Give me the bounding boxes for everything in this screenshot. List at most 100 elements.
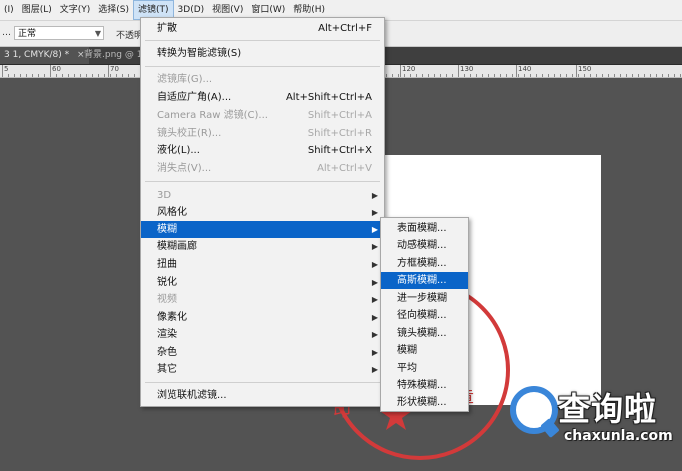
opacity-label: 不透明	[116, 31, 144, 41]
menu-item-distort[interactable]: 扭曲 ▶	[141, 256, 384, 273]
ruler-minor-tick	[440, 74, 441, 77]
menu-item-blur[interactable]: 模糊 ▶	[141, 221, 384, 238]
ruler-minor-tick	[104, 74, 105, 77]
ruler-minor-tick	[452, 74, 453, 77]
ruler-minor-tick	[98, 74, 99, 77]
menu-item-adaptive-wide-angle[interactable]: 自适应广角(A)... Alt+Shift+Ctrl+A	[141, 89, 384, 106]
menu-image[interactable]: (I)	[0, 0, 18, 20]
menu-item-label: 自适应广角(A)...	[157, 92, 232, 103]
ruler-major-tick	[108, 65, 109, 77]
menu-item-camera-raw: Camera Raw 滤镜(C)... Shift+Ctrl+A	[141, 107, 384, 124]
menu-item-label: 其它	[157, 364, 177, 375]
ruler-minor-tick	[578, 74, 579, 77]
menu-item-pixelate[interactable]: 像素化 ▶	[141, 309, 384, 326]
menu-item-label: 消失点(V)...	[157, 163, 212, 174]
ruler-minor-tick	[572, 74, 573, 77]
menu-item-stylize[interactable]: 风格化 ▶	[141, 204, 384, 221]
ruler-minor-tick	[386, 74, 387, 77]
menu-item-diffuse[interactable]: 扩散 Alt+Ctrl+F	[141, 20, 384, 37]
menu-item-shortcut: Shift+Ctrl+X	[307, 145, 372, 156]
filter-menu: 扩散 Alt+Ctrl+F 转换为智能滤镜(S) 滤镜库(G)... 自适应广角…	[140, 17, 385, 407]
menu-item-other[interactable]: 其它 ▶	[141, 361, 384, 378]
menu-item-sharpen[interactable]: 锐化 ▶	[141, 274, 384, 291]
ruler-minor-tick	[506, 74, 507, 77]
ruler-major-tick	[516, 65, 517, 77]
menu-item-browse-online-filters[interactable]: 浏览联机滤镜...	[141, 387, 384, 404]
ruler-minor-tick	[632, 74, 633, 77]
menu-item-blur-gallery[interactable]: 模糊画廊 ▶	[141, 238, 384, 255]
ruler-number: 130	[460, 65, 474, 73]
submenu-item-radial-blur[interactable]: 径向模糊...	[381, 307, 468, 324]
submenu-item-surface-blur[interactable]: 表面模糊...	[381, 220, 468, 237]
options-prefix: …	[2, 28, 11, 38]
submenu-item-gaussian-blur[interactable]: 高斯模糊...	[381, 272, 468, 289]
menu-layer[interactable]: 图层(L)	[18, 0, 56, 20]
submenu-item-smart-blur[interactable]: 特殊模糊...	[381, 377, 468, 394]
ruler-minor-tick	[560, 74, 561, 77]
submenu-item-label: 镜头模糊...	[397, 328, 447, 339]
ruler-minor-tick	[542, 74, 543, 77]
menu-type[interactable]: 文字(Y)	[56, 0, 95, 20]
ruler-minor-tick	[26, 74, 27, 77]
ruler-minor-tick	[434, 74, 435, 77]
ruler-minor-tick	[620, 74, 621, 77]
ruler-minor-tick	[446, 74, 447, 77]
menu-item-render[interactable]: 渲染 ▶	[141, 326, 384, 343]
ruler-minor-tick	[110, 74, 111, 77]
ruler-minor-tick	[38, 74, 39, 77]
chevron-right-icon: ▶	[371, 191, 378, 200]
ruler-minor-tick	[530, 74, 531, 77]
menu-separator	[145, 181, 380, 182]
ruler-minor-tick	[650, 74, 651, 77]
ruler-minor-tick	[638, 74, 639, 77]
menu-item-label: Camera Raw 滤镜(C)...	[157, 110, 268, 121]
ruler-minor-tick	[584, 74, 585, 77]
chevron-right-icon: ▶	[371, 330, 378, 339]
chevron-right-icon: ▶	[371, 208, 378, 217]
menu-separator	[145, 66, 380, 67]
ruler-number: 140	[518, 65, 532, 73]
menu-item-label: 锐化	[157, 277, 177, 288]
ruler-minor-tick	[122, 74, 123, 77]
submenu-item-box-blur[interactable]: 方框模糊...	[381, 255, 468, 272]
chevron-right-icon: ▶	[371, 278, 378, 287]
submenu-item-blur-more[interactable]: 进一步模糊	[381, 290, 468, 307]
ruler-minor-tick	[44, 74, 45, 77]
submenu-item-shape-blur[interactable]: 形状模糊...	[381, 394, 468, 411]
chevron-right-icon: ▶	[371, 365, 378, 374]
chevron-right-icon: ▶	[371, 242, 378, 251]
watermark-subtitle: chaxunla.com	[564, 428, 673, 444]
menu-item-label: 镜头校正(R)...	[157, 128, 222, 139]
chevron-right-icon: ▶	[371, 225, 378, 234]
submenu-item-blur[interactable]: 模糊	[381, 342, 468, 359]
menu-item-noise[interactable]: 杂色 ▶	[141, 344, 384, 361]
ruler-minor-tick	[74, 74, 75, 77]
submenu-item-average[interactable]: 平均	[381, 360, 468, 377]
menu-item-label: 扭曲	[157, 259, 177, 270]
menu-select[interactable]: 选择(S)	[94, 0, 133, 20]
document-tab-label: 3 1, CMYK/8) *	[4, 50, 70, 60]
submenu-item-label: 表面模糊...	[397, 223, 447, 234]
ruler-minor-tick	[500, 74, 501, 77]
menu-item-filter-gallery: 滤镜库(G)...	[141, 71, 384, 88]
ruler-minor-tick	[602, 74, 603, 77]
document-tab-active[interactable]: 3 1, CMYK/8) * ×	[0, 47, 89, 64]
menu-item-shortcut: Alt+Ctrl+F	[318, 23, 372, 34]
document-tab-label: 背景.png @ 10	[84, 50, 149, 60]
menu-item-liquify[interactable]: 液化(L)... Shift+Ctrl+X	[141, 142, 384, 159]
menu-item-convert-smart-filter[interactable]: 转换为智能滤镜(S)	[141, 45, 384, 62]
ruler-minor-tick	[476, 74, 477, 77]
submenu-item-lens-blur[interactable]: 镜头模糊...	[381, 325, 468, 342]
submenu-item-label: 平均	[397, 363, 417, 374]
submenu-item-motion-blur[interactable]: 动感模糊...	[381, 237, 468, 254]
blend-mode-select[interactable]: 正常 ▼	[14, 26, 104, 40]
ruler-minor-tick	[614, 74, 615, 77]
menu-item-label: 渲染	[157, 329, 177, 340]
chevron-right-icon: ▶	[371, 295, 378, 304]
ruler-minor-tick	[392, 74, 393, 77]
ruler-minor-tick	[116, 74, 117, 77]
menu-separator	[145, 40, 380, 41]
ruler-minor-tick	[80, 74, 81, 77]
menu-item-shortcut: Alt+Ctrl+V	[317, 163, 372, 174]
ruler-number: 5	[4, 65, 9, 73]
